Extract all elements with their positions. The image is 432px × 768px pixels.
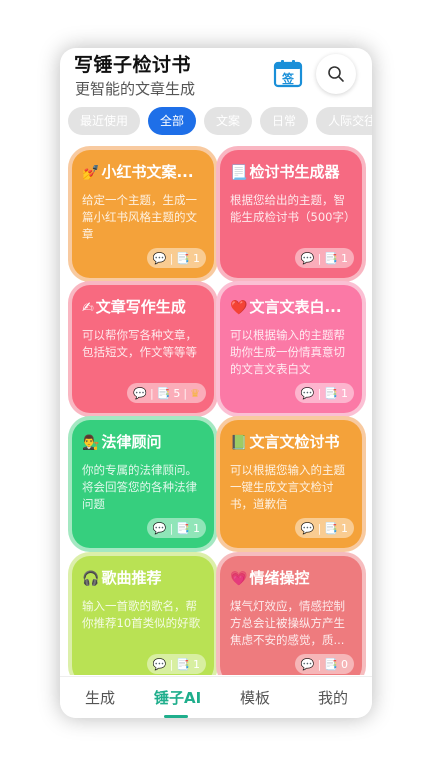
app-screen: 写锤子检讨书 更智能的文章生成 签 最近使用 全部 文案 日常 人际交往 💅 小红书文案.…: [60, 48, 372, 718]
card-description: 可以根据输入的主题帮助你生成一份情真意切的文言文表白文: [230, 328, 345, 376]
card-emotional-manipulation[interactable]: 💗 情绪操控 煤气灯效应，情感控制方总会让被操纵方产生焦虑不安的感觉，质... 💬…: [220, 556, 362, 675]
card-song-recommendation[interactable]: 🎧 歌曲推荐 输入一首歌的歌名，帮你推荐10首类似的好歌 💬 | 📑 1: [72, 556, 214, 675]
search-icon: [328, 66, 344, 82]
card-stats-badge: 💬 | 📑 1: [146, 654, 206, 674]
card-title: ✍ 文章写作生成: [82, 297, 206, 319]
chat-icon: 💬: [300, 386, 315, 400]
card-count: 1: [193, 251, 200, 265]
chat-icon: 💬: [300, 657, 315, 671]
bottom-navigation: 生成 锤子AI 模板 我的: [60, 676, 372, 718]
chip-copywriting[interactable]: 文案: [204, 107, 253, 135]
card-title-text: 检讨书生成器: [249, 163, 340, 181]
header: 写锤子检讨书 更智能的文章生成 签: [60, 48, 372, 100]
search-button[interactable]: [316, 54, 356, 94]
chat-icon: 💬: [300, 251, 315, 265]
copy-icon: 📑: [324, 521, 338, 535]
card-count: 1: [193, 657, 200, 671]
card-description: 给定一个主题，生成一篇小红书风格主题的文章: [82, 193, 197, 241]
card-title-text: 文言文表白...: [249, 298, 342, 316]
copy-icon: 📑: [176, 251, 190, 265]
sign-in-calendar-button[interactable]: 签: [273, 58, 303, 88]
app-title: 写锤子检讨书: [74, 54, 192, 76]
card-emoji-icon: ✍: [82, 300, 94, 316]
card-title: 💅 小红书文案...: [82, 162, 206, 184]
chat-icon: 💬: [152, 657, 167, 671]
card-description: 可以帮你写各种文章，包括短文，作文等等等: [82, 328, 197, 359]
nav-mine[interactable]: 我的: [318, 687, 348, 708]
card-stats-badge: 💬 | 📑 1: [294, 383, 354, 403]
card-emoji-icon: 📗: [230, 435, 248, 451]
category-chips: 最近使用 全部 文案 日常 人际交往: [68, 107, 372, 137]
nav-active-indicator: [164, 715, 188, 718]
card-classical-self-criticism[interactable]: 📗 文言文检讨书 可以根据您输入的主题一键生成文言文检讨书，道歉信 💬 | 📑 1: [220, 420, 362, 548]
template-grid: 💅 小红书文案... 给定一个主题，生成一篇小红书风格主题的文章 💬 | 📑 1 📃 检讨…: [60, 142, 372, 675]
card-stats-badge: 💬 | 📑 1: [294, 248, 354, 268]
card-title-text: 法律顾问: [101, 433, 162, 451]
card-count: 5: [173, 386, 181, 400]
card-emoji-icon: 👨‍⚖️: [82, 435, 100, 451]
chip-social[interactable]: 人际交往: [316, 107, 372, 135]
card-count: 0: [341, 657, 348, 671]
card-title: 💗 情绪操控: [230, 568, 354, 590]
app-subtitle: 更智能的文章生成: [75, 80, 196, 98]
card-stats-badge: 💬 | 📑 1: [294, 518, 354, 538]
card-description: 可以根据您输入的主题一键生成文言文检讨书，道歉信: [230, 463, 345, 511]
card-description: 输入一首歌的歌名，帮你推荐10首类似的好歌: [82, 599, 201, 630]
sign-label: 签: [281, 71, 295, 86]
card-count: 1: [341, 251, 348, 265]
copy-icon: 📑: [176, 657, 190, 671]
copy-icon: 📑: [156, 386, 171, 400]
card-xiaohongshu[interactable]: 💅 小红书文案... 给定一个主题，生成一篇小红书风格主题的文章 💬 | 📑 1: [72, 150, 214, 278]
nav-templates[interactable]: 模板: [240, 687, 270, 708]
card-count: 1: [341, 521, 348, 535]
card-stats-badge: 💬 | 📑 1: [146, 518, 206, 538]
card-title: 📃 检讨书生成器: [230, 162, 354, 184]
card-title-text: 情绪操控: [249, 569, 310, 587]
chat-icon: 💬: [152, 251, 167, 265]
card-description: 煤气灯效应，情感控制方总会让被操纵方产生焦虑不安的感觉，质...: [230, 599, 345, 647]
copy-icon: 📑: [324, 657, 338, 671]
card-count: 1: [341, 386, 348, 400]
card-emoji-icon: 💅: [82, 165, 100, 181]
card-legal-advisor[interactable]: 👨‍⚖️ 法律顾问 你的专属的法律顾问。将会回答您的各种法律问题 💬 | 📑 1: [72, 420, 214, 548]
card-title-text: 文章写作生成: [95, 298, 186, 316]
chip-recent[interactable]: 最近使用: [68, 107, 141, 135]
chat-icon: 💬: [300, 521, 315, 535]
card-title: 🎧 歌曲推荐: [82, 568, 206, 590]
crown-icon: ♛: [190, 386, 200, 400]
nav-hammer-ai[interactable]: 锤子AI: [154, 687, 201, 708]
card-self-criticism[interactable]: 📃 检讨书生成器 根据您给出的主题，智能生成检讨书（500字） 💬 | 📑 1: [220, 150, 362, 278]
card-emoji-icon: 🎧: [82, 571, 100, 587]
card-title-text: 小红书文案...: [101, 163, 194, 181]
card-article-writing[interactable]: ✍ 文章写作生成 可以帮你写各种文章，包括短文，作文等等等 💬 | 📑 5 | ♛: [72, 285, 214, 413]
card-emoji-icon: 📃: [230, 165, 248, 181]
copy-icon: 📑: [176, 521, 190, 535]
copy-icon: 📑: [324, 251, 338, 265]
chip-all[interactable]: 全部: [148, 107, 197, 135]
card-emoji-icon: 💗: [230, 571, 248, 587]
card-stats-badge: 💬 | 📑 0: [294, 654, 354, 674]
card-emoji-icon: ❤️: [230, 300, 248, 316]
card-count: 1: [193, 521, 200, 535]
nav-generate[interactable]: 生成: [85, 687, 115, 708]
chip-daily[interactable]: 日常: [260, 107, 309, 135]
card-description: 你的专属的法律顾问。将会回答您的各种法律问题: [82, 463, 197, 511]
chat-icon: 💬: [133, 386, 147, 400]
copy-icon: 📑: [324, 386, 338, 400]
card-title: 👨‍⚖️ 法律顾问: [82, 432, 206, 454]
card-title: 📗 文言文检讨书: [230, 432, 354, 454]
card-classical-love-letter[interactable]: ❤️ 文言文表白... 可以根据输入的主题帮助你生成一份情真意切的文言文表白文 💬…: [220, 285, 362, 413]
card-stats-badge: 💬 | 📑 5 | ♛: [127, 383, 206, 403]
card-description: 根据您给出的主题，智能生成检讨书（500字）: [230, 193, 354, 224]
card-title-text: 歌曲推荐: [101, 569, 162, 587]
chat-icon: 💬: [152, 521, 167, 535]
card-title-text: 文言文检讨书: [249, 433, 340, 451]
calendar-sign-icon: 签: [273, 60, 303, 88]
card-stats-badge: 💬 | 📑 1: [146, 248, 206, 268]
card-title: ❤️ 文言文表白...: [230, 297, 354, 319]
